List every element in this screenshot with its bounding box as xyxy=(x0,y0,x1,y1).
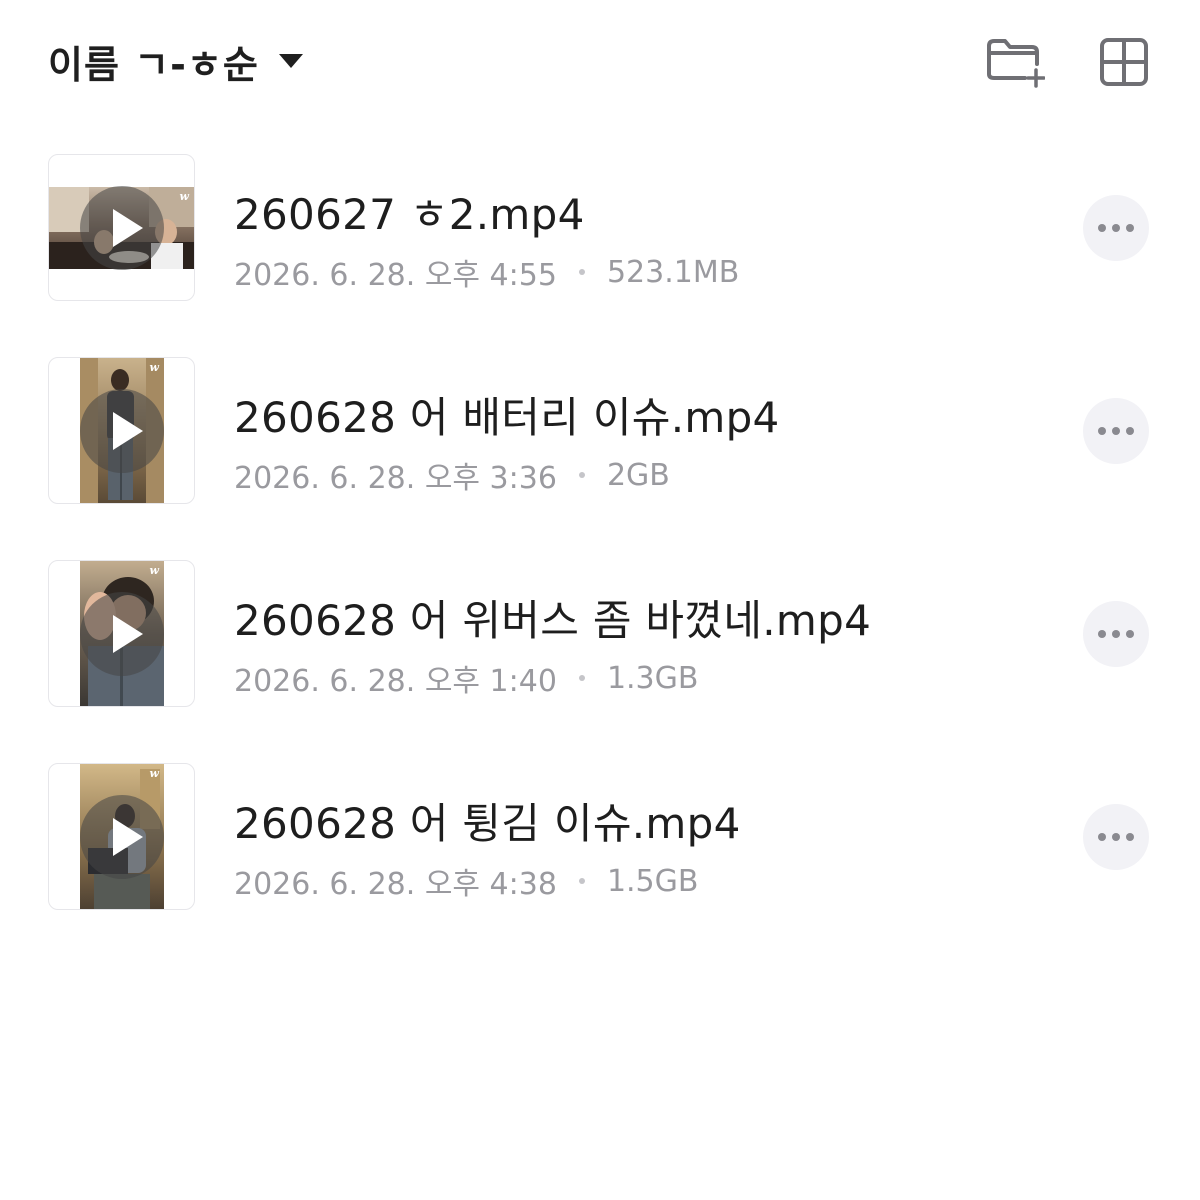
file-date: 2026. 6. 28. 오후 3:36 xyxy=(234,461,557,496)
file-row[interactable]: w 260628 어 배터리 이슈.mp4 2026. 6. 28. 오후 3:… xyxy=(0,357,1200,507)
more-icon-dot xyxy=(1126,427,1134,435)
weverse-logo-icon: w xyxy=(179,190,189,203)
file-name: 260628 어 튕김 이슈.mp4 xyxy=(234,799,741,848)
more-options-button[interactable] xyxy=(1083,195,1149,261)
file-name: 260628 어 위버스 좀 바꼈네.mp4 xyxy=(234,596,872,645)
more-icon-dot xyxy=(1126,224,1134,232)
file-meta: 2026. 6. 28. 오후 4:38 1.5GB xyxy=(234,859,698,903)
weverse-logo-icon: w xyxy=(149,361,159,374)
file-name: 260627 ㅎ2.mp4 xyxy=(234,190,585,239)
more-icon-dot xyxy=(1126,833,1134,841)
caret-down-icon xyxy=(278,54,303,68)
play-icon xyxy=(112,817,143,856)
more-options-button[interactable] xyxy=(1083,804,1149,870)
more-icon-dot xyxy=(1112,427,1120,435)
play-button[interactable] xyxy=(79,185,164,270)
folder-plus-icon xyxy=(987,39,1045,88)
play-icon xyxy=(112,208,143,247)
video-thumbnail[interactable]: w xyxy=(48,154,195,301)
play-button[interactable] xyxy=(79,794,164,879)
play-button[interactable] xyxy=(79,388,164,473)
file-row[interactable]: w 260628 어 위버스 좀 바꼈네.mp4 2026. 6. 28. 오후… xyxy=(0,560,1200,710)
file-browser-page: 이름 ㄱ-ㅎ순 w 260627 ㅎ2.mp4 2026. 6. 28. 오후 … xyxy=(0,0,1200,1200)
more-options-button[interactable] xyxy=(1083,601,1149,667)
file-size: 2GB xyxy=(606,457,670,493)
play-icon xyxy=(112,411,143,450)
file-meta: 2026. 6. 28. 오후 4:55 523.1MB xyxy=(234,250,739,294)
more-icon-dot xyxy=(1112,224,1120,232)
new-folder-button[interactable] xyxy=(985,36,1045,88)
file-meta: 2026. 6. 28. 오후 1:40 1.3GB xyxy=(234,656,698,700)
grid-icon xyxy=(1100,38,1148,86)
more-icon xyxy=(1098,833,1106,841)
file-date: 2026. 6. 28. 오후 1:40 xyxy=(234,664,557,699)
grid-view-button[interactable] xyxy=(1094,36,1154,88)
more-options-button[interactable] xyxy=(1083,398,1149,464)
sort-label: 이름 ㄱ-ㅎ순 xyxy=(48,42,259,87)
more-icon xyxy=(1098,630,1106,638)
file-row[interactable]: w 260627 ㅎ2.mp4 2026. 6. 28. 오후 4:55 523… xyxy=(0,154,1200,304)
play-icon xyxy=(112,614,143,653)
file-size: 1.5GB xyxy=(606,863,699,899)
more-icon-dot xyxy=(1126,630,1134,638)
weverse-logo-icon: w xyxy=(149,767,159,780)
weverse-logo-icon: w xyxy=(149,564,159,577)
file-row[interactable]: w 260628 어 튕김 이슈.mp4 2026. 6. 28. 오후 4:3… xyxy=(0,763,1200,913)
file-size: 523.1MB xyxy=(606,254,740,290)
file-name: 260628 어 배터리 이슈.mp4 xyxy=(234,393,780,442)
play-button[interactable] xyxy=(79,591,164,676)
more-icon-dot xyxy=(1112,630,1120,638)
sort-dropdown[interactable]: 이름 ㄱ-ㅎ순 xyxy=(48,36,303,87)
file-date: 2026. 6. 28. 오후 4:55 xyxy=(234,258,557,293)
separator-dot xyxy=(578,878,585,884)
video-thumbnail[interactable]: w xyxy=(48,763,195,910)
more-icon-dot xyxy=(1112,833,1120,841)
file-size: 1.3GB xyxy=(606,660,699,696)
video-thumbnail[interactable]: w xyxy=(48,357,195,504)
separator-dot xyxy=(578,675,585,681)
more-icon xyxy=(1098,427,1106,435)
separator-dot xyxy=(578,472,585,478)
more-icon xyxy=(1098,224,1106,232)
file-meta: 2026. 6. 28. 오후 3:36 2GB xyxy=(234,453,670,497)
video-thumbnail[interactable]: w xyxy=(48,560,195,707)
separator-dot xyxy=(578,269,585,275)
file-date: 2026. 6. 28. 오후 4:38 xyxy=(234,867,557,902)
